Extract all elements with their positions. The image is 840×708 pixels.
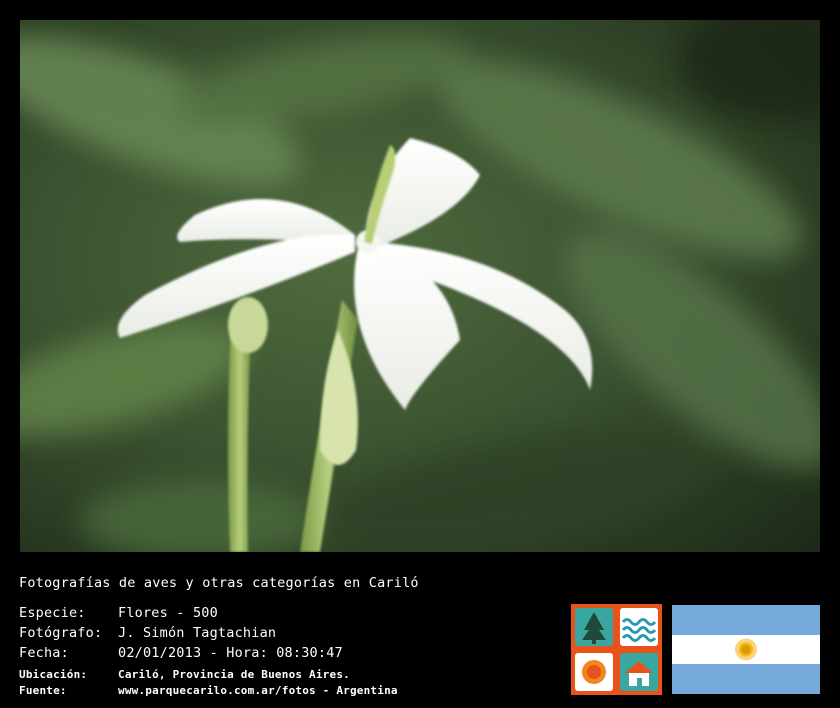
ubicacion-value: Cariló, Provincia de Buenos Aires.	[118, 668, 350, 681]
house-icon	[620, 653, 658, 691]
sun-of-may-icon	[735, 638, 757, 661]
fecha-label: Fecha:	[19, 645, 69, 661]
argentina-flag	[672, 605, 820, 694]
pine-trees-icon	[575, 608, 613, 646]
fotografo-value: J. Simón Tagtachian	[118, 625, 277, 641]
especie-label: Especie:	[19, 605, 86, 621]
fuente-value[interactable]: www.parquecarilo.com.ar/fotos - Argentin…	[118, 684, 398, 697]
sun-icon	[575, 653, 613, 691]
fotografo-label: Fotógrafo:	[19, 625, 103, 641]
especie-value: Flores - 500	[118, 605, 218, 621]
waves-icon	[620, 608, 658, 646]
fecha-value: 02/01/2013 - Hora: 08:30:47	[118, 645, 343, 661]
fuente-label: Fuente:	[19, 684, 67, 697]
ubicacion-label: Ubicación:	[19, 668, 88, 681]
gallery-title: Fotografías de aves y otras categorías e…	[19, 575, 419, 591]
flower-photo	[20, 20, 820, 552]
carilo-logo	[571, 604, 662, 695]
